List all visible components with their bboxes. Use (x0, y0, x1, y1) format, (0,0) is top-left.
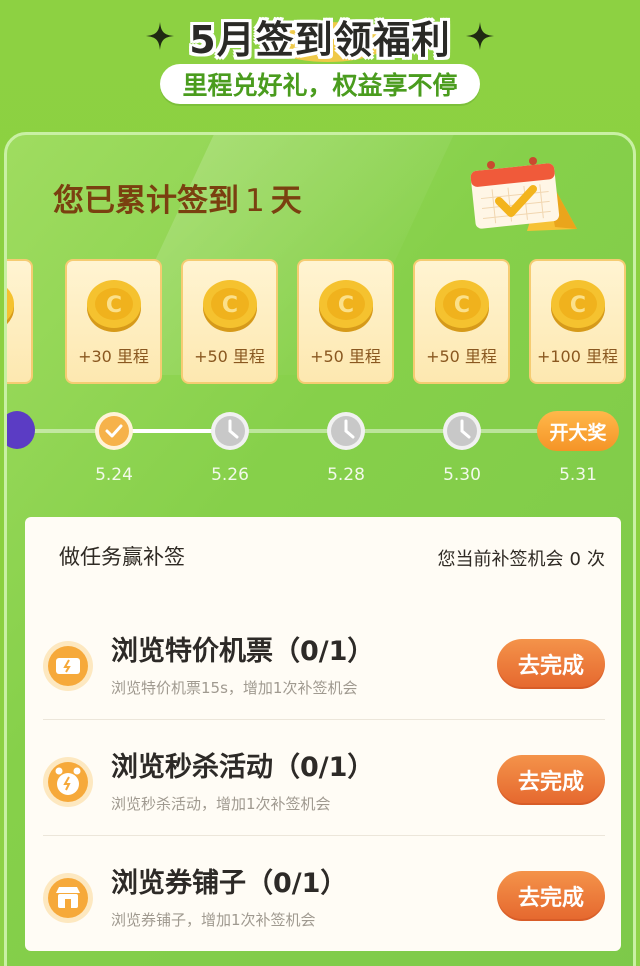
subtitle-pill: 里程兑好礼，权益享不停 (160, 64, 480, 104)
timeline-start-dot (7, 411, 35, 449)
task-item: 浏览券铺子（0/1） 浏览券铺子，增加1次补签机会 去完成 (43, 835, 605, 951)
reward-card: C +50 里程 (297, 259, 394, 384)
task-item: 浏览秒杀活动（0/1） 浏览秒杀活动，增加1次补签机会 去完成 (43, 719, 605, 835)
reward-label: +100 里程 (536, 347, 619, 366)
reward-card: C +50 里程 (181, 259, 278, 384)
reward-label: +50 里程 (194, 347, 265, 366)
reward-label: +50 里程 (310, 347, 381, 366)
clock-icon (210, 411, 250, 451)
coin-icon: C (86, 280, 141, 332)
timeline-date: 5.24 (95, 465, 133, 485)
streak-suffix: 天 (270, 183, 302, 219)
task-name: 浏览秒杀活动（0/1） (111, 752, 375, 783)
reward-card: C +50 里程 (413, 259, 510, 384)
alarm-clock-icon (43, 757, 93, 807)
page-title: 5月签到领福利 (189, 17, 451, 62)
svg-text:C: C (337, 293, 353, 318)
task-desc: 浏览秒杀活动，增加1次补签机会 (111, 795, 331, 813)
checkin-panel: 您已累计签到1天 C 里程 C (4, 132, 636, 966)
makeup-tasks-card: 做任务赢补签 您当前补签机会 0 次 浏览特价机票（0/1） 浏览特价机票15s，增… (25, 517, 621, 951)
makeup-suffix: 次 (587, 549, 605, 570)
clock-icon (326, 411, 366, 451)
tasks-title: 做任务赢补签 (59, 545, 185, 569)
calendar-icon (470, 157, 577, 231)
sparkle-icon (465, 22, 494, 50)
reward-card: C +100 里程 (529, 259, 626, 384)
coin-icon: C (434, 280, 489, 332)
reward-card-partial: C 里程 (7, 259, 33, 384)
header: 5月签到领福利 (0, 6, 640, 66)
go-complete-button[interactable]: 去完成 (497, 639, 605, 689)
sparkle-icon (146, 22, 175, 50)
go-complete-button[interactable]: 去完成 (497, 755, 605, 805)
task-desc: 浏览券铺子，增加1次补签机会 (111, 911, 316, 929)
clock-icon (442, 411, 482, 451)
timeline-date: 5.31 (559, 465, 597, 485)
makeup-count: 0 (569, 549, 581, 570)
coin-icon: C (318, 280, 373, 332)
makeup-prefix: 您当前补签机会 (437, 549, 564, 570)
go-complete-button[interactable]: 去完成 (497, 871, 605, 921)
grand-prize-badge[interactable]: 开大奖 (537, 411, 619, 451)
checked-day-icon (94, 411, 134, 451)
svg-text:C: C (105, 293, 121, 318)
svg-text:C: C (221, 293, 237, 318)
task-name: 浏览券铺子（0/1） (111, 868, 348, 899)
streak-prefix: 您已累计签到 (53, 183, 239, 219)
coin-icon: C (7, 287, 14, 325)
ticket-icon (43, 641, 93, 691)
task-name: 浏览特价机票（0/1） (111, 636, 375, 667)
reward-list: C 里程 C +30 里程 C +50 里程 (7, 259, 633, 385)
makeup-chances: 您当前补签机会 0 次 (438, 545, 605, 571)
checkin-timeline: 开大奖 5.24 5.26 5.28 5.30 5.31 (7, 403, 633, 485)
svg-text:C: C (453, 293, 469, 318)
svg-text:C: C (569, 293, 585, 318)
coin-icon: C (202, 280, 257, 332)
reward-label: +30 里程 (78, 347, 149, 366)
timeline-date: 5.26 (211, 465, 249, 485)
reward-label: +50 里程 (426, 347, 497, 366)
task-desc: 浏览特价机票15s，增加1次补签机会 (111, 679, 358, 697)
timeline-date: 5.28 (327, 465, 365, 485)
shop-icon (43, 873, 93, 923)
timeline-date: 5.30 (443, 465, 481, 485)
coin-icon: C (550, 280, 605, 332)
checkin-streak: 您已累计签到 1 天 (53, 175, 302, 220)
reward-card: C +30 里程 (65, 259, 162, 384)
task-item: 浏览特价机票（0/1） 浏览特价机票15s，增加1次补签机会 去完成 (43, 603, 605, 719)
streak-days: 1 (245, 183, 265, 219)
